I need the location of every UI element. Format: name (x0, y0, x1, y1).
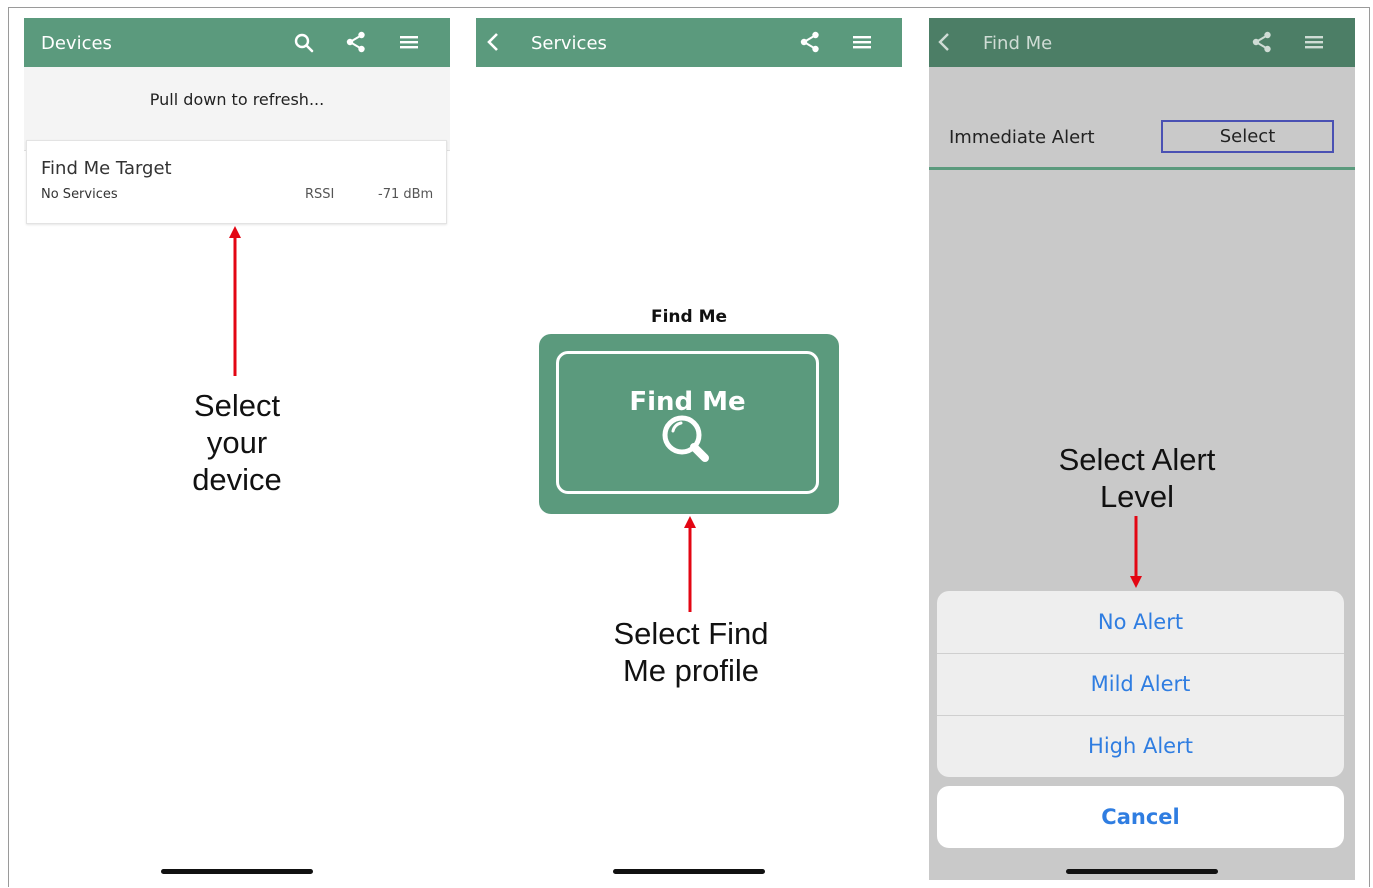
find-me-title: Find Me (983, 33, 1053, 54)
option-mild-alert[interactable]: Mild Alert (937, 653, 1344, 715)
device-name: Find Me Target (41, 158, 172, 179)
option-high-alert[interactable]: High Alert (937, 715, 1344, 777)
annotation-arrow-icon (229, 226, 241, 376)
devices-title: Devices (41, 33, 112, 54)
profile-label: Find Me (650, 307, 728, 327)
refresh-text: Pull down to refresh... (149, 90, 325, 109)
devices-screen: Devices Pull down to refresh... Find Me … (24, 18, 450, 880)
services-app-bar: Services (476, 18, 902, 67)
cancel-button[interactable]: Cancel (937, 786, 1344, 848)
home-indicator[interactable] (161, 869, 313, 874)
annotation-line: device (192, 462, 282, 497)
annotation-select-device: Select your device (137, 387, 337, 498)
devices-app-bar: Devices (24, 18, 450, 67)
rssi-label: RSSI (305, 187, 335, 202)
immediate-alert-row: Immediate Alert Select (929, 67, 1355, 170)
annotation-arrow-icon (684, 516, 696, 612)
back-icon[interactable] (933, 30, 957, 54)
services-screen: Services Find Me Find Me Select Find Me … (476, 18, 902, 880)
menu-icon[interactable] (397, 30, 421, 54)
search-icon[interactable] (292, 31, 316, 55)
annotation-line: Level (1099, 479, 1175, 514)
annotation-select-profile: Select Find Me profile (579, 615, 803, 689)
share-icon[interactable] (344, 30, 368, 54)
option-no-alert[interactable]: No Alert (937, 591, 1344, 653)
device-services: No Services (41, 187, 118, 202)
home-indicator[interactable] (613, 869, 765, 874)
annotation-line: your (206, 425, 268, 460)
share-icon[interactable] (1250, 30, 1274, 54)
pull-to-refresh[interactable]: Pull down to refresh... (24, 67, 450, 151)
rssi-value: -71 dBm (378, 187, 434, 202)
back-icon[interactable] (482, 30, 506, 54)
alert-select-button[interactable]: Select (1161, 120, 1334, 153)
annotation-line: Select Alert (1058, 442, 1216, 477)
magnifier-icon (662, 415, 709, 462)
immediate-alert-label: Immediate Alert (949, 127, 1095, 148)
share-icon[interactable] (798, 30, 822, 54)
annotation-arrow-icon (1130, 516, 1142, 588)
annotation-line: Select Find (613, 616, 769, 651)
menu-icon[interactable] (1302, 30, 1326, 54)
find-me-profile-tile[interactable]: Find Me (539, 334, 839, 514)
device-list-item[interactable]: Find Me Target No Services RSSI -71 dBm (26, 140, 447, 224)
find-me-app-bar: Find Me (929, 18, 1355, 67)
annotation-line: Select (193, 388, 281, 423)
alert-level-action-sheet: No Alert Mild Alert High Alert (937, 591, 1344, 777)
annotation-line: Me profile (622, 653, 760, 688)
find-me-screen: Find Me Immediate Alert Select Select Al… (929, 18, 1355, 880)
annotation-select-alert-level: Select Alert Level (1029, 441, 1245, 515)
services-title: Services (531, 33, 607, 54)
home-indicator[interactable] (1066, 869, 1218, 874)
menu-icon[interactable] (850, 30, 874, 54)
